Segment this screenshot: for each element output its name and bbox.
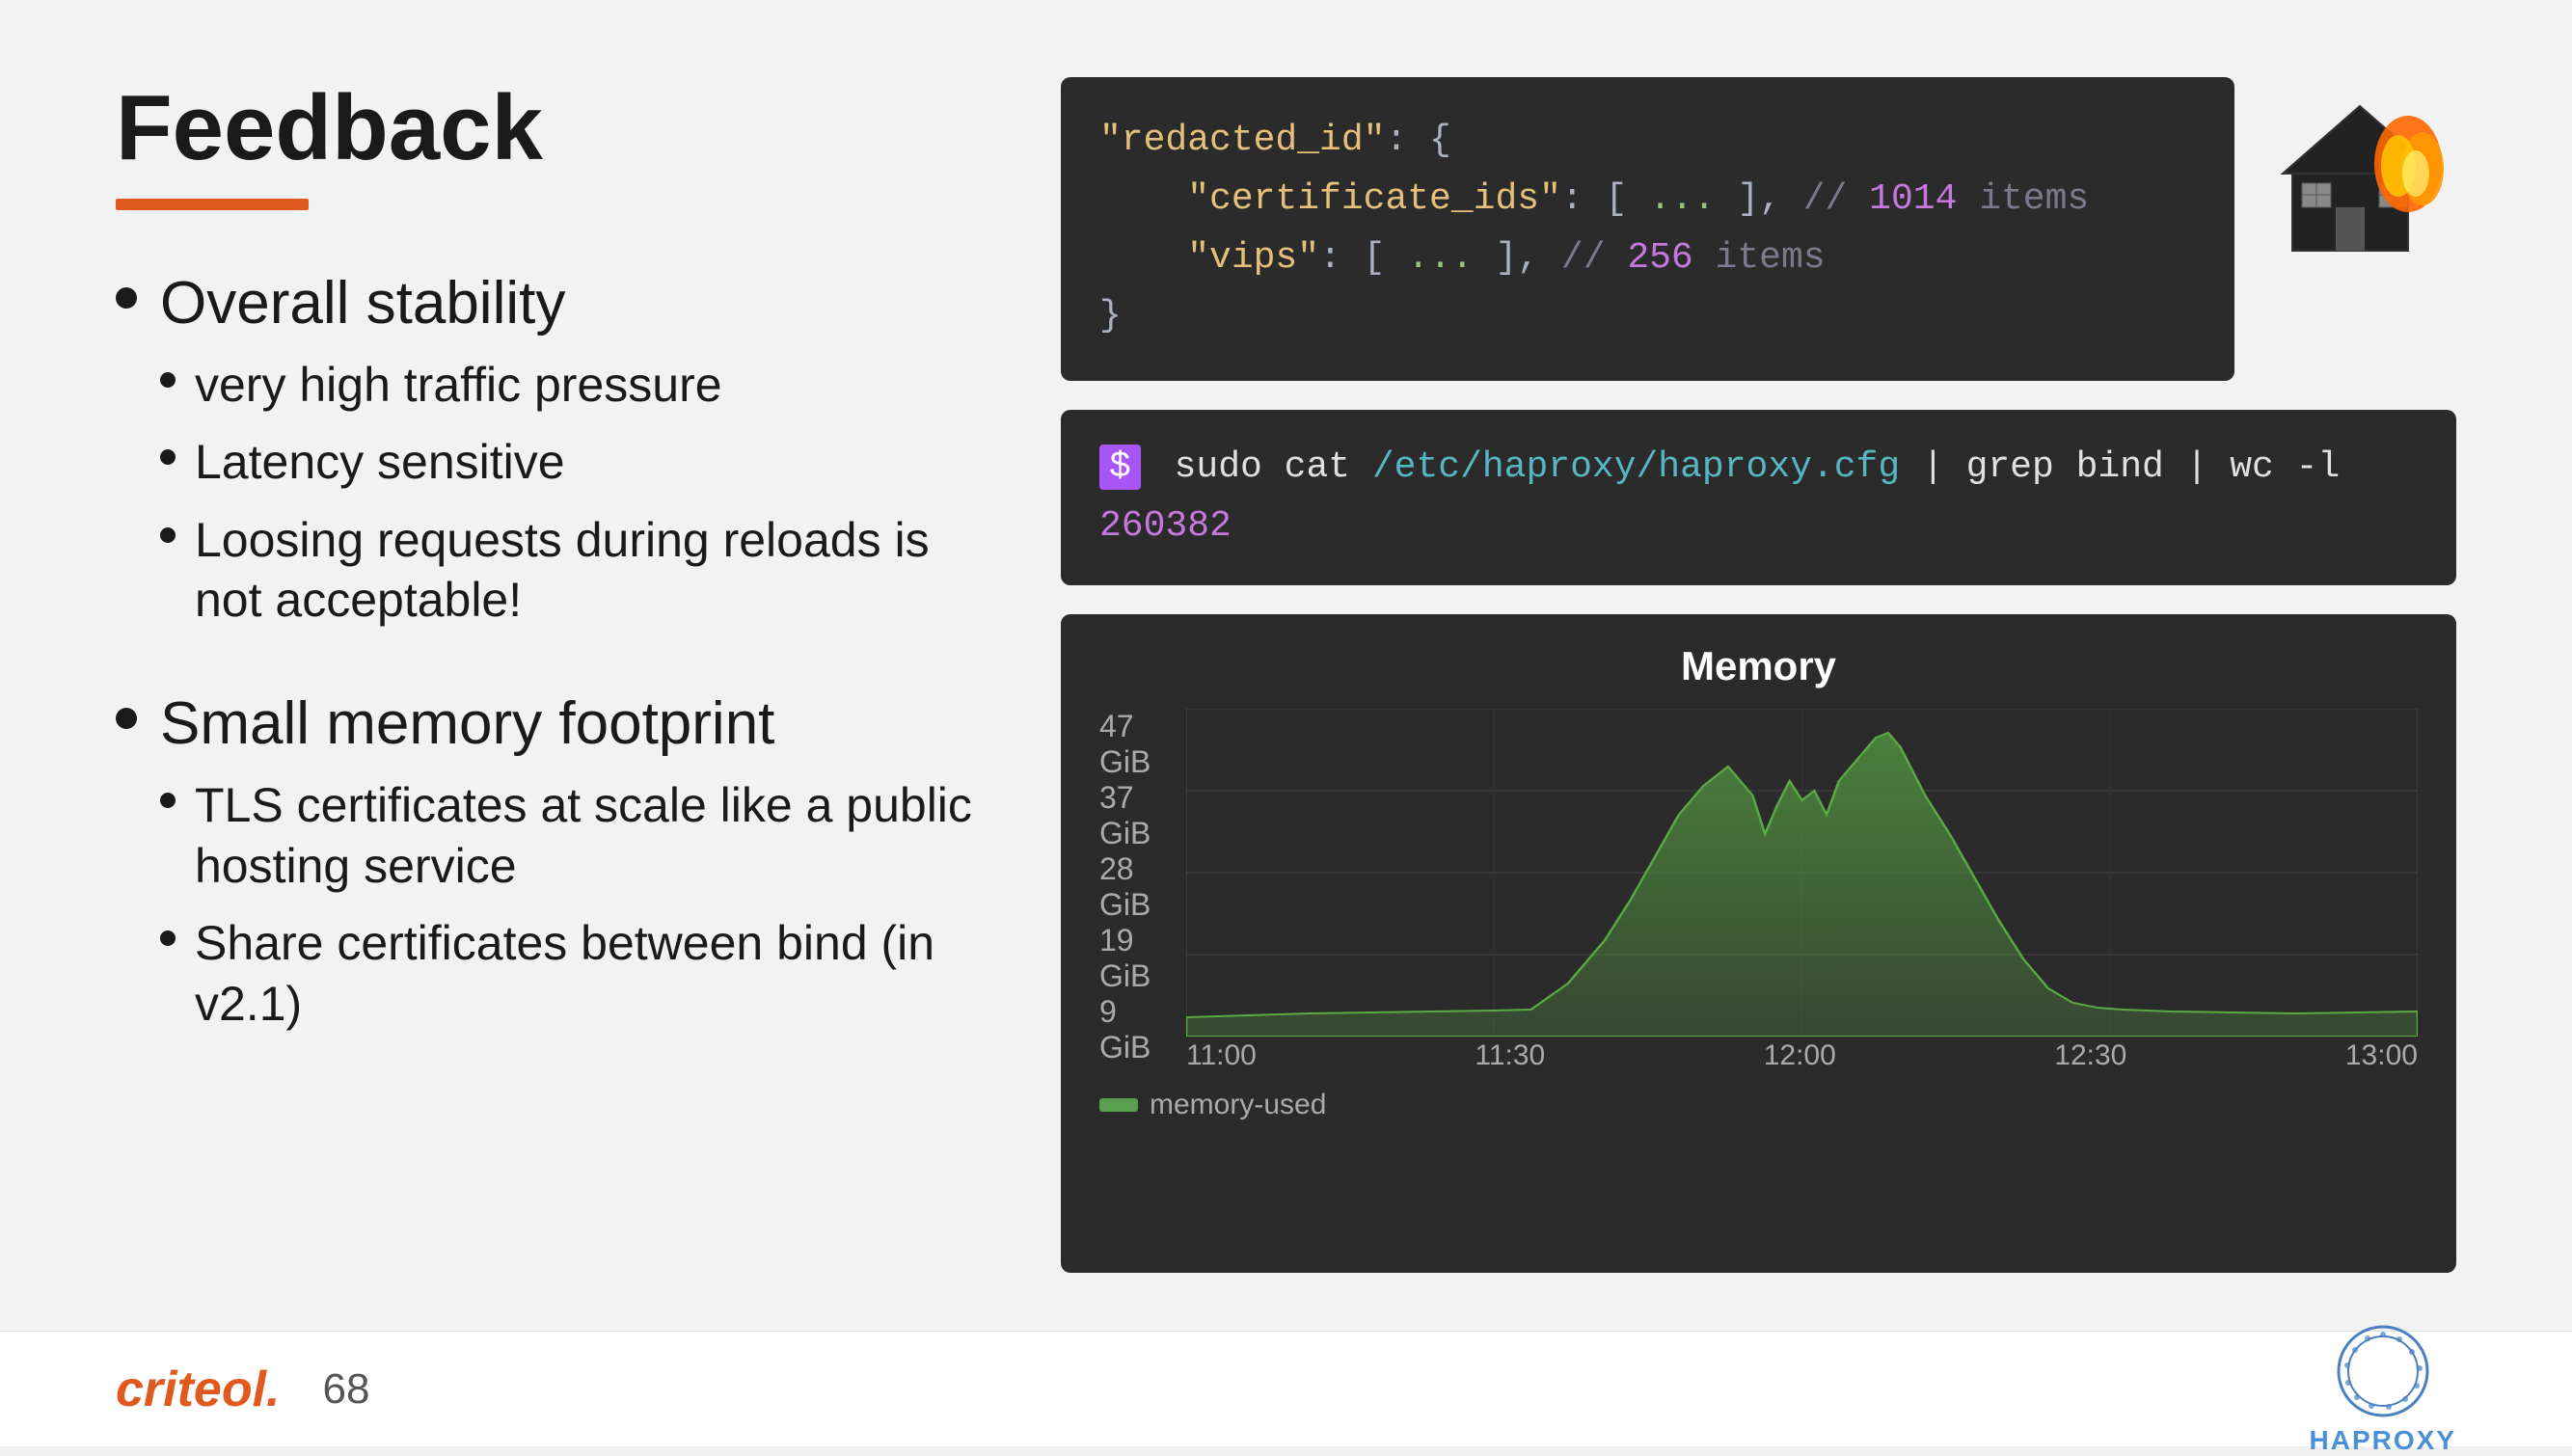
sub-bullet-dot — [160, 527, 176, 543]
bullet-main-2: Small memory footprint — [116, 688, 984, 760]
y-label: 28 GiB — [1099, 851, 1177, 923]
code-result: 260382 — [1099, 505, 1232, 547]
list-item: Small memory footprint TLS certificates … — [116, 688, 984, 1034]
sub-bullet-text: very high traffic pressure — [195, 355, 722, 416]
code-text: // — [1561, 237, 1627, 279]
top-right-row: "redacted_id": { "certificate_ids": [ ..… — [1061, 77, 2456, 381]
prompt-icon: $ — [1099, 445, 1141, 490]
list-item: Loosing requests during reloads is not a… — [160, 510, 984, 631]
x-label: 12:00 — [1764, 1039, 1836, 1072]
page-title: Feedback — [116, 77, 984, 179]
code-text: sudo cat — [1175, 446, 1372, 488]
code-text: 256 — [1627, 237, 1692, 279]
left-panel: Feedback Overall stability very high tra… — [116, 77, 984, 1273]
haproxy-logo: HAPROXY — [2310, 1323, 2456, 1456]
house-fire-svg — [2263, 77, 2456, 270]
code-text: ], — [1716, 178, 1803, 220]
memory-chart-container: Memory 47 GiB 37 GiB 28 GiB 19 GiB 9 GiB — [1061, 614, 2456, 1273]
legend-label: memory-used — [1150, 1089, 1326, 1121]
memory-chart-svg — [1186, 709, 2418, 1037]
list-item: Overall stability very high traffic pres… — [116, 268, 984, 631]
code-line: "redacted_id": { — [1099, 112, 2196, 171]
footer: criteol. 68 — [0, 1331, 2572, 1446]
haproxy-label-text: HAPROXY — [2310, 1425, 2456, 1456]
sub-bullet-dot — [160, 449, 176, 465]
x-label: 11:00 — [1186, 1039, 1257, 1072]
y-axis-labels: 47 GiB 37 GiB 28 GiB 19 GiB 9 GiB — [1099, 709, 1186, 1037]
code-text: items — [1957, 178, 2089, 220]
y-label: 37 GiB — [1099, 780, 1177, 851]
x-axis-labels: 11:00 11:30 12:00 12:30 13:00 — [1186, 1037, 2418, 1075]
code-text: "certificate_ids" — [1099, 178, 1561, 220]
code-text: : [ — [1319, 237, 1407, 279]
bullet-main-text: Small memory footprint — [160, 688, 774, 760]
code-line: 260382 — [1099, 498, 2418, 556]
code-line: "certificate_ids": [ ... ], // 1014 item… — [1099, 171, 2196, 229]
legend-color-swatch — [1099, 1098, 1138, 1112]
code-text: | grep bind | wc -l — [1900, 446, 2340, 488]
haproxy-logo-svg — [2335, 1323, 2431, 1419]
sub-bullet-text: Loosing requests during reloads is not a… — [195, 510, 984, 631]
bullet-list: Overall stability very high traffic pres… — [116, 268, 984, 1035]
x-label: 12:30 — [2054, 1039, 2126, 1072]
code-text: : [ — [1561, 178, 1649, 220]
code-block-terminal: $ sudo cat /etc/haproxy/haproxy.cfg | gr… — [1061, 410, 2456, 585]
sub-bullet-text: Share certificates between bind (in v2.1… — [195, 913, 984, 1034]
right-panel: "redacted_id": { "certificate_ids": [ ..… — [1061, 77, 2456, 1273]
title-underline — [116, 199, 309, 210]
code-text: 1014 — [1869, 178, 1957, 220]
code-block-json: "redacted_id": { "certificate_ids": [ ..… — [1061, 77, 2234, 381]
x-label: 13:00 — [2345, 1039, 2418, 1072]
code-text: // — [1803, 178, 1869, 220]
code-text: "vips" — [1099, 237, 1319, 279]
criteo-logo-dot: l. — [253, 1362, 281, 1417]
criteo-logo-text: criteo — [116, 1362, 253, 1417]
code-text: items — [1693, 237, 1826, 279]
y-label: 47 GiB — [1099, 709, 1177, 780]
criteo-logo: criteol. — [116, 1361, 281, 1418]
sub-bullet-list-1: very high traffic pressure Latency sensi… — [160, 355, 984, 631]
code-text: : { — [1385, 120, 1450, 161]
code-text: } — [1099, 295, 1122, 337]
bullet-dot — [116, 708, 137, 729]
sub-bullet-text: Latency sensitive — [195, 432, 565, 493]
chart-area: 47 GiB 37 GiB 28 GiB 19 GiB 9 GiB — [1099, 709, 2418, 1075]
x-label: 11:30 — [1475, 1039, 1545, 1072]
y-label: 19 GiB — [1099, 923, 1177, 994]
sub-bullet-dot — [160, 372, 176, 388]
code-line: "vips": [ ... ], // 256 items — [1099, 229, 2196, 288]
bullet-main-text: Overall stability — [160, 268, 565, 339]
sub-bullet-dot — [160, 793, 176, 808]
slide: Feedback Overall stability very high tra… — [0, 0, 2572, 1446]
footer-left: criteol. 68 — [116, 1361, 369, 1418]
list-item: very high traffic pressure — [160, 355, 984, 416]
y-label: 9 GiB — [1099, 994, 1177, 1065]
bullet-dot — [116, 287, 137, 309]
code-text: ], — [1474, 237, 1561, 279]
code-text: /etc/haproxy/haproxy.cfg — [1372, 446, 1900, 488]
sub-bullet-list-2: TLS certificates at scale like a public … — [160, 775, 984, 1034]
chart-legend: memory-used — [1099, 1089, 2418, 1121]
fire-house-icon — [2263, 77, 2456, 270]
page-number: 68 — [323, 1365, 370, 1414]
list-item: Share certificates between bind (in v2.1… — [160, 913, 984, 1034]
code-text: "redacted_id" — [1099, 120, 1385, 161]
sub-bullet-dot — [160, 930, 176, 946]
list-item: Latency sensitive — [160, 432, 984, 493]
code-text: ... — [1407, 237, 1473, 279]
slide-content: Feedback Overall stability very high tra… — [0, 0, 2572, 1331]
sub-bullet-text: TLS certificates at scale like a public … — [195, 775, 984, 896]
chart-plot — [1186, 709, 2418, 1037]
bullet-main-1: Overall stability — [116, 268, 984, 339]
list-item: TLS certificates at scale like a public … — [160, 775, 984, 896]
code-text: ... — [1649, 178, 1715, 220]
chart-title: Memory — [1099, 643, 2418, 689]
code-line: $ sudo cat /etc/haproxy/haproxy.cfg | gr… — [1099, 439, 2418, 498]
code-line: } — [1099, 287, 2196, 346]
